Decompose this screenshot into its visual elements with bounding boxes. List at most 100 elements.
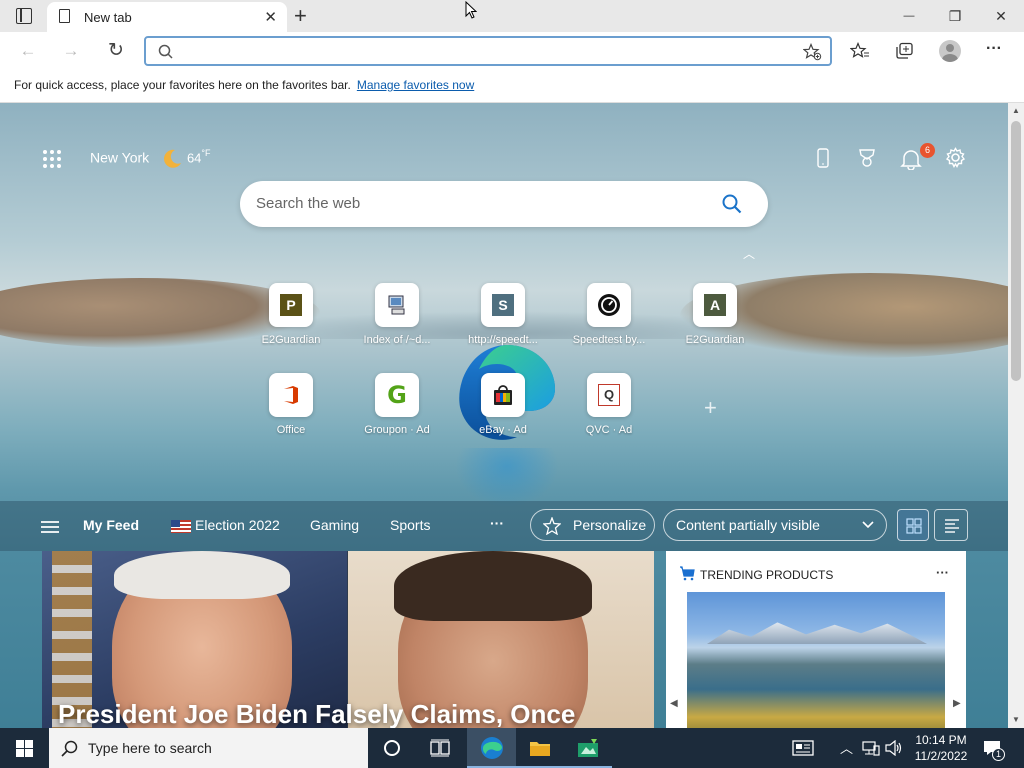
speedometer-icon xyxy=(587,283,631,327)
search-icon xyxy=(61,740,78,757)
news-card[interactable]: President Joe Biden Falsely Claims, Once xyxy=(42,551,654,728)
taskbar-edge-app[interactable] xyxy=(467,728,516,768)
us-flag-icon xyxy=(171,520,191,533)
page-icon xyxy=(59,9,70,23)
quick-link-tile[interactable]: Speedtest by... xyxy=(556,283,662,346)
taskbar-search-box[interactable]: Type here to search xyxy=(49,728,368,768)
weather-temperature: 64 xyxy=(186,150,202,166)
refresh-button[interactable]: ↻ xyxy=(102,38,130,64)
tile-label: Index of /~d... xyxy=(363,334,431,346)
shopping-bag-icon xyxy=(481,373,525,417)
quick-link-tile[interactable]: eBay · Ad xyxy=(450,373,556,436)
tab-actions-icon[interactable] xyxy=(16,8,32,24)
profile-avatar[interactable] xyxy=(939,40,961,62)
new-tab-page: New York 64°F 6 Search the web ︿ P E2Gua… xyxy=(0,103,1008,728)
notification-bell-icon[interactable] xyxy=(900,148,922,170)
list-layout-button[interactable] xyxy=(934,509,968,541)
taskbar-file-explorer[interactable] xyxy=(516,728,564,768)
close-window-button[interactable]: ✕ xyxy=(978,4,1024,28)
scroll-up-arrow-icon[interactable]: ▲ xyxy=(1012,106,1020,115)
quick-link-tile[interactable]: S http://speedt... xyxy=(450,283,556,346)
rewards-icon[interactable] xyxy=(857,148,877,168)
address-bar[interactable] xyxy=(144,36,832,66)
tile-label: Office xyxy=(276,424,306,436)
chevron-down-icon xyxy=(862,521,874,529)
sparkle-star-icon xyxy=(543,517,561,535)
search-icon[interactable] xyxy=(722,194,742,214)
folder-icon xyxy=(530,742,550,756)
office-icon xyxy=(269,373,313,417)
product-image[interactable] xyxy=(687,592,945,728)
windows-taskbar: Type here to search ︿ 10:14 PM 11/2/2022… xyxy=(0,728,1024,768)
manage-favorites-link[interactable]: Manage favorites now xyxy=(357,78,474,92)
back-button[interactable]: ← xyxy=(14,38,42,64)
web-search-box[interactable]: Search the web xyxy=(240,181,768,227)
content-visibility-dropdown[interactable]: Content partially visible xyxy=(663,509,887,541)
news-interests-icon[interactable] xyxy=(792,740,814,756)
page-scrollbar[interactable]: ▲ ▼ xyxy=(1008,103,1024,728)
carousel-next-icon[interactable]: ▶ xyxy=(953,698,961,709)
feed-navigation: My Feed Election 2022 Gaming Sports ··· … xyxy=(0,501,1008,551)
minimize-button[interactable]: — xyxy=(886,4,932,28)
edge-logo-reflection xyxy=(455,448,559,508)
tile-icon: P xyxy=(269,283,313,327)
tab-title: New tab xyxy=(84,10,132,25)
image-editor-icon xyxy=(578,739,598,757)
favorites-icon[interactable] xyxy=(850,42,870,60)
carousel-prev-icon[interactable]: ◀ xyxy=(670,698,678,709)
collapse-chevron-icon[interactable]: ︿ xyxy=(743,245,755,262)
settings-more-icon[interactable]: ··· xyxy=(986,40,1002,58)
quick-link-tile[interactable]: A E2Guardian xyxy=(662,283,768,346)
shopping-cart-icon xyxy=(680,566,695,581)
personalize-label: Personalize xyxy=(573,517,647,533)
scroll-down-arrow-icon[interactable]: ▼ xyxy=(1012,715,1020,724)
collections-icon[interactable] xyxy=(895,42,914,60)
clock-time: 10:14 PM xyxy=(915,733,967,747)
cortana-icon[interactable] xyxy=(384,740,400,756)
tile-icon: A xyxy=(693,283,737,327)
qvc-icon: Q xyxy=(587,373,631,417)
tile-label: eBay · Ad xyxy=(479,424,527,436)
scrollbar-thumb[interactable] xyxy=(1011,121,1021,381)
weather-widget[interactable]: New York 64°F xyxy=(90,148,211,170)
grid-layout-button[interactable] xyxy=(897,509,929,541)
search-icon xyxy=(158,44,173,59)
tab-election-2022[interactable]: Election 2022 xyxy=(195,517,280,533)
quick-link-tile[interactable]: Office xyxy=(238,373,344,436)
settings-gear-icon[interactable] xyxy=(945,147,966,168)
more-topics-button[interactable]: ··· xyxy=(490,515,504,531)
trending-products-card[interactable]: TRENDING PRODUCTS ··· ◀ ▶ xyxy=(666,551,966,728)
new-tab-button[interactable]: + xyxy=(294,3,307,29)
quick-link-tile[interactable]: P E2Guardian xyxy=(238,283,344,346)
grid-view-icon xyxy=(906,518,922,534)
tab-my-feed[interactable]: My Feed xyxy=(83,517,139,533)
add-favorite-icon[interactable] xyxy=(803,43,822,61)
network-icon[interactable] xyxy=(862,740,880,756)
hamburger-menu-icon[interactable] xyxy=(41,520,59,534)
tab-new-tab[interactable]: New tab ✕ xyxy=(47,2,287,32)
personalize-button[interactable]: Personalize xyxy=(530,509,655,541)
tab-gaming[interactable]: Gaming xyxy=(310,517,359,533)
trending-more-button[interactable]: ··· xyxy=(936,565,949,580)
weather-city: New York xyxy=(90,149,150,166)
taskbar-app-green[interactable] xyxy=(564,728,612,768)
restore-button[interactable]: ❐ xyxy=(932,4,978,28)
task-view-icon[interactable] xyxy=(430,739,450,757)
quick-link-tile[interactable]: G Groupon · Ad xyxy=(344,373,450,436)
weather-unit: °F xyxy=(201,148,211,158)
news-headline[interactable]: President Joe Biden Falsely Claims, Once xyxy=(58,699,575,728)
add-site-button[interactable]: + xyxy=(704,395,717,421)
tab-sports[interactable]: Sports xyxy=(390,517,430,533)
windows-start-icon[interactable] xyxy=(16,740,33,757)
app-launcher-icon[interactable] xyxy=(42,149,62,169)
quick-link-tile[interactable]: Index of /~d... xyxy=(344,283,450,346)
action-center-button[interactable]: 1 xyxy=(983,740,1005,761)
clock[interactable]: 10:14 PM 11/2/2022 xyxy=(908,732,974,764)
quick-link-tile[interactable]: Q QVC · Ad xyxy=(556,373,662,436)
show-hidden-icons-chevron[interactable]: ︿ xyxy=(840,738,853,757)
mobile-icon[interactable] xyxy=(816,148,830,168)
tile-label: Speedtest by... xyxy=(572,334,646,346)
tab-close-button[interactable]: ✕ xyxy=(264,8,277,26)
forward-button[interactable]: → xyxy=(57,38,85,64)
volume-icon[interactable] xyxy=(885,740,903,756)
